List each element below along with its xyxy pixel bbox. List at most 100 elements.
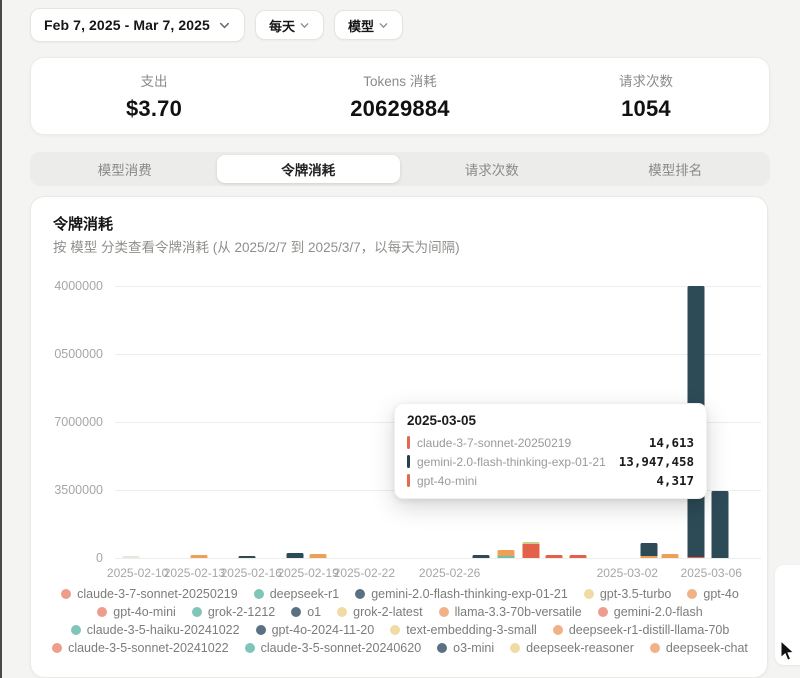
tab-请求次数[interactable]: 请求次数 <box>400 155 584 183</box>
legend-color-dot <box>245 643 255 653</box>
chevron-down-icon <box>218 19 231 32</box>
legend-item-gpt-3.5-turbo[interactable]: gpt-3.5-turbo <box>584 587 672 601</box>
x-tick-label: 2025-03-06 <box>681 566 742 580</box>
legend-color-dot <box>650 643 660 653</box>
legend-item-gemini-2.0-flash[interactable]: gemini-2.0-flash <box>598 605 703 619</box>
legend-color-dot <box>256 625 266 635</box>
group-by-dropdown[interactable]: 模型 <box>334 10 403 40</box>
tooltip-row: gpt-4o-mini 4,317 <box>407 473 694 488</box>
bar-2025-02-18[interactable] <box>310 554 327 558</box>
tab-模型排名[interactable]: 模型排名 <box>584 155 768 183</box>
y-tick-label: 3500000 <box>54 483 103 497</box>
tab-模型消费[interactable]: 模型消费 <box>33 155 217 183</box>
legend-item-deepseek-r1[interactable]: deepseek-r1 <box>254 587 340 601</box>
bar-2025-02-26[interactable] <box>523 542 540 558</box>
y-axis-labels: 03500000700000005000004000000 <box>31 286 103 558</box>
legend-label: deepseek-chat <box>666 641 748 655</box>
x-tick-label: 2025-03-02 <box>597 566 658 580</box>
legend-item-gemini-2.0-flash-thinking-exp-01-21[interactable]: gemini-2.0-flash-thinking-exp-01-21 <box>355 587 568 601</box>
bar-2025-02-28[interactable] <box>569 555 586 558</box>
date-range-label: Feb 7, 2025 - Mar 7, 2025 <box>44 17 210 33</box>
series-color-marker <box>407 455 410 468</box>
bar-2025-02-27[interactable] <box>545 555 562 558</box>
legend-item-grok-2-latest[interactable]: grok-2-latest <box>337 605 422 619</box>
legend-item-deepseek-reasoner[interactable]: deepseek-reasoner <box>510 641 634 655</box>
bar-2025-03-02[interactable] <box>640 543 657 558</box>
bar-segment <box>123 556 140 558</box>
legend-item-claude-3-7-sonnet-20250219[interactable]: claude-3-7-sonnet-20250219 <box>61 587 238 601</box>
mouse-cursor <box>777 640 796 667</box>
stats-summary-card: 支出 $3.70 Tokens 消耗 20629884 请求次数 1054 <box>30 57 770 135</box>
legend-item-o1[interactable]: o1 <box>291 605 321 619</box>
legend-item-gpt-4o-mini[interactable]: gpt-4o-mini <box>97 605 176 619</box>
y-tick-label: 0 <box>96 551 103 565</box>
bar-segment <box>287 553 304 558</box>
tooltip-row: gemini-2.0-flash-thinking-exp-01-2113,94… <box>407 454 694 469</box>
legend-item-o3-mini[interactable]: o3-mini <box>437 641 494 655</box>
stat-tokens-value: 20629884 <box>277 96 523 122</box>
bar-2025-02-15[interactable] <box>238 556 255 558</box>
gridline <box>115 286 761 287</box>
legend-color-dot <box>52 643 62 653</box>
series-color-marker <box>407 436 410 449</box>
bar-segment <box>190 555 207 558</box>
bar-segment <box>545 555 562 558</box>
bar-2025-03-06[interactable] <box>712 491 729 558</box>
legend-color-dot <box>510 643 520 653</box>
bar-segment <box>472 555 489 558</box>
stat-requests: 请求次数 1054 <box>523 70 769 122</box>
tab-令牌消耗[interactable]: 令牌消耗 <box>217 155 401 183</box>
token-usage-panel: 令牌消耗 按 模型 分类查看令牌消耗 (从 2025/2/7 到 2025/3/… <box>30 196 768 678</box>
legend-label: claude-3-7-sonnet-20250219 <box>77 587 238 601</box>
y-tick-label: 0500000 <box>54 347 103 361</box>
legend-item-claude-3-5-sonnet-20240620[interactable]: claude-3-5-sonnet-20240620 <box>245 641 422 655</box>
legend-color-dot <box>439 607 449 617</box>
legend-item-gpt-4o[interactable]: gpt-4o <box>687 587 738 601</box>
legend-color-dot <box>337 607 347 617</box>
tooltip-date: 2025-03-05 <box>407 413 694 428</box>
chevron-down-icon <box>299 20 310 31</box>
window-edge <box>0 0 2 678</box>
panel-subtitle: 按 模型 分类查看令牌消耗 (从 2025/2/7 到 2025/3/7，以每天… <box>53 236 460 256</box>
panel-title: 令牌消耗 <box>53 213 113 234</box>
bar-2025-02-17[interactable] <box>287 553 304 558</box>
bar-segment <box>640 556 657 558</box>
legend-item-gpt-4o-2024-11-20[interactable]: gpt-4o-2024-11-20 <box>256 623 375 637</box>
tooltip-row: claude-3-7-sonnet-20250219 14,613 <box>407 435 694 450</box>
legend-row: gpt-4o-mini grok-2-1212 o1 grok-2-latest lla… <box>41 605 759 619</box>
bar-2025-02-24[interactable] <box>472 555 489 558</box>
bar-segment <box>238 556 255 558</box>
legend-color-dot <box>553 625 563 635</box>
legend-label: gpt-4o-2024-11-20 <box>272 623 375 637</box>
tooltip-series-name: gpt-4o-mini <box>417 474 477 488</box>
legend-item-grok-2-1212[interactable]: grok-2-1212 <box>192 605 275 619</box>
bar-2025-02-25[interactable] <box>497 550 514 558</box>
bar-segment <box>712 491 729 558</box>
legend-item-claude-3-5-haiku-20241022[interactable]: claude-3-5-haiku-20241022 <box>71 623 240 637</box>
legend-label: deepseek-reasoner <box>526 641 634 655</box>
tooltip-series-value: 14,613 <box>643 435 694 450</box>
legend-label: claude-3-5-haiku-20241022 <box>87 623 240 637</box>
bar-2025-03-03[interactable] <box>661 554 678 558</box>
bar-segment <box>688 557 705 559</box>
legend-item-text-embedding-3-small[interactable]: text-embedding-3-small <box>390 623 537 637</box>
x-tick-label: 2025-02-22 <box>334 566 395 580</box>
legend-label: deepseek-r1 <box>270 587 340 601</box>
x-tick-label: 2025-02-16 <box>221 566 282 580</box>
legend-item-llama-3.3-70b-versatile[interactable]: llama-3.3-70b-versatile <box>439 605 582 619</box>
legend-color-dot <box>355 589 365 599</box>
legend-label: grok-2-1212 <box>208 605 275 619</box>
bar-2025-02-08[interactable] <box>123 556 140 558</box>
tooltip-series-value: 4,317 <box>650 473 694 488</box>
date-range-picker[interactable]: Feb 7, 2025 - Mar 7, 2025 <box>30 8 245 42</box>
legend-color-dot <box>584 589 594 599</box>
legend-item-claude-3-5-sonnet-20241022[interactable]: claude-3-5-sonnet-20241022 <box>52 641 229 655</box>
legend-item-deepseek-r1-distill-llama-70b[interactable]: deepseek-r1-distill-llama-70b <box>553 623 730 637</box>
stat-spend-label: 支出 <box>31 70 277 90</box>
x-axis-labels: 2025-02-102025-02-132025-02-162025-02-19… <box>115 566 761 582</box>
interval-dropdown[interactable]: 每天 <box>255 10 324 40</box>
tooltip-series-name: claude-3-7-sonnet-20250219 <box>417 436 571 450</box>
bar-2025-02-13[interactable] <box>190 555 207 558</box>
legend-label: gemini-2.0-flash-thinking-exp-01-21 <box>371 587 568 601</box>
legend-item-deepseek-chat[interactable]: deepseek-chat <box>650 641 748 655</box>
